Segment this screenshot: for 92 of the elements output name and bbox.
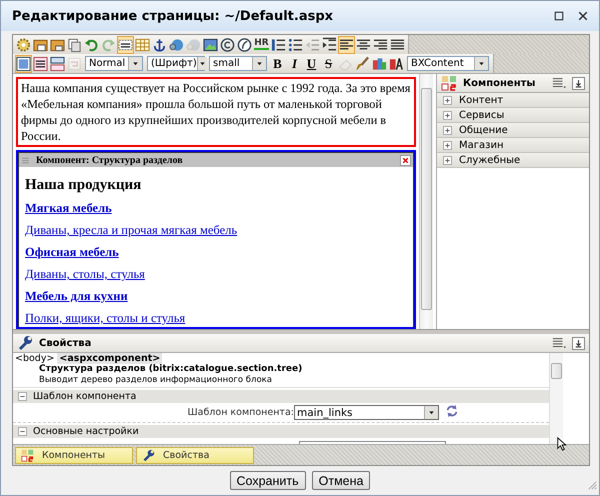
scrollbar-thumb[interactable]	[551, 363, 562, 379]
justify-icon	[390, 36, 405, 52]
menu-icon	[552, 76, 566, 90]
component-group[interactable]: Контент	[437, 93, 589, 108]
split-view-icon	[50, 56, 65, 72]
outdent-icon	[305, 36, 320, 52]
redo-icon	[101, 36, 116, 52]
size-select[interactable]: small	[209, 56, 267, 71]
section-link[interactable]: Офисная мебель	[25, 244, 119, 260]
description-link[interactable]: Диваны, кресла и прочая мягкая мебель	[25, 222, 238, 238]
component-group[interactable]: Магазин	[437, 138, 589, 153]
dialog-button[interactable]: Сохранить	[230, 471, 306, 490]
section-heading: Наша продукция	[25, 176, 142, 194]
paragraph-text: Наша компания существует на Российском рынке с 1992 года. За это время «Мебельная компания» прошла большой путь от маленькой торговой фирмы до одного из крупнейших производителей корпусной мебели в России.	[16, 77, 416, 147]
wrench-icon	[142, 448, 155, 462]
numbered-list-icon	[271, 36, 286, 52]
copyright-icon	[220, 36, 235, 52]
field-label: Шаблон компонента:	[187, 407, 294, 418]
description-link[interactable]: Полки, ящики, столы и стулья	[25, 310, 186, 326]
pin-button[interactable]	[572, 76, 585, 90]
component-group[interactable]: Сервисы	[437, 108, 589, 123]
section-link[interactable]: Мягкая мебель	[25, 200, 112, 216]
panel-tab[interactable]: Свойства	[136, 446, 254, 464]
template-select[interactable]: main_links	[294, 405, 439, 420]
component-group[interactable]: Служебные	[437, 153, 589, 168]
text-style-icon	[389, 56, 404, 72]
settings-button[interactable]	[15, 36, 32, 54]
brush-icon	[355, 56, 370, 72]
collapse-button[interactable]	[18, 392, 27, 401]
minus-icon	[19, 393, 26, 400]
breadcrumb-tag[interactable]: <aspxcomponent>	[57, 353, 162, 364]
format-button[interactable]: I	[286, 54, 303, 72]
copy-icon	[67, 36, 82, 52]
panel-title: Свойства	[39, 338, 92, 348]
components-icon	[441, 75, 457, 91]
close-icon	[577, 10, 589, 22]
scrollbar-thumb[interactable]	[421, 88, 432, 310]
font-select[interactable]: (Шрифт)	[147, 56, 205, 71]
scrollbar[interactable]	[419, 74, 433, 329]
align-left-button[interactable]	[338, 36, 355, 54]
refresh-icon	[445, 404, 459, 418]
image-icon	[203, 36, 218, 52]
minus-icon	[19, 428, 26, 435]
group-title: Шаблон компонента	[33, 391, 136, 402]
code-view-button[interactable]	[32, 54, 49, 72]
design-view-button[interactable]	[15, 54, 32, 72]
scrollbar[interactable]	[549, 353, 563, 444]
pin-icon	[573, 338, 584, 348]
style-select[interactable]: Normal	[85, 56, 143, 71]
borders-button[interactable]	[117, 36, 134, 54]
group-title: Основные настройки	[33, 426, 139, 437]
breadcrumb-tag[interactable]: <body>	[15, 353, 54, 364]
align-center-icon	[356, 36, 371, 52]
component-description: Выводит дерево разделов информационного блока	[13, 375, 549, 388]
window-title: Редактирование страницы: ~/Default.aspx	[12, 8, 334, 24]
components-icon	[21, 448, 34, 462]
indent-icon	[322, 36, 337, 52]
format-button[interactable]: S	[320, 54, 337, 72]
wrench-icon	[17, 335, 33, 351]
table-icon	[135, 36, 150, 52]
drag-handle-icon	[21, 156, 30, 164]
component-name: Структура разделов (bitrix:catalogue.section.tree)	[38, 364, 304, 375]
remove-button[interactable]	[400, 154, 411, 166]
template-select[interactable]: BXContent	[407, 56, 489, 71]
panel-title: Компоненты	[463, 78, 536, 88]
component-title: Компонент: Структура разделов	[36, 154, 184, 166]
pin-icon	[573, 78, 584, 88]
code-view-icon	[33, 56, 48, 72]
component-group[interactable]: Общение	[437, 123, 589, 138]
anchor-icon	[152, 36, 167, 52]
align-left-icon	[339, 36, 354, 52]
dialog-button[interactable]: Отмена	[312, 471, 370, 490]
copyright-button[interactable]	[219, 36, 236, 54]
split-view-button[interactable]	[49, 54, 66, 72]
settings-icon	[16, 36, 31, 52]
format-button[interactable]: U	[303, 54, 320, 72]
maximize-icon	[553, 10, 565, 22]
description-link[interactable]: Диваны, столы, стулья	[25, 266, 145, 282]
design-view-icon	[16, 56, 31, 72]
bullet-list-icon	[288, 36, 303, 52]
section-link[interactable]: Мебель для кухни	[25, 288, 128, 304]
pin-button[interactable]	[572, 336, 585, 350]
menu-icon	[552, 336, 566, 350]
brush-button[interactable]	[354, 54, 371, 72]
indent-button[interactable]	[321, 36, 338, 54]
close-icon	[401, 156, 410, 164]
align-right-icon	[373, 36, 388, 52]
collapse-button[interactable]	[18, 427, 27, 436]
format-button[interactable]: B	[269, 54, 286, 72]
horizontal-rule-button[interactable]: HR	[253, 36, 270, 54]
panel-tab[interactable]: Компоненты	[15, 446, 133, 464]
undo-icon	[84, 36, 99, 52]
